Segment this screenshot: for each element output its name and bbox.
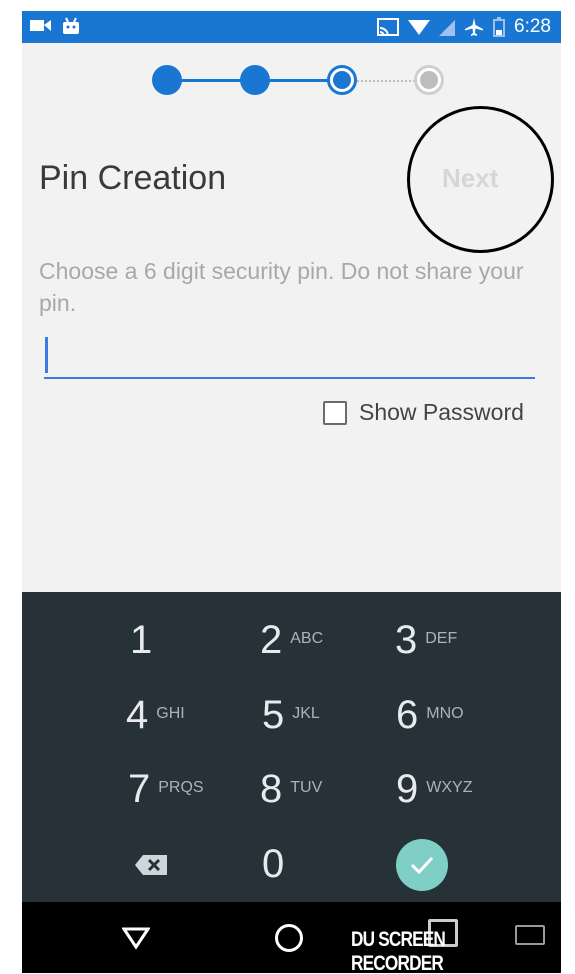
highlight-circle-annotation [407, 106, 554, 253]
back-triangle-icon[interactable] [122, 926, 150, 950]
key-8[interactable]: 8 TUV [260, 767, 322, 812]
video-camera-icon [30, 20, 51, 31]
battery-icon [493, 17, 506, 37]
step-1-done [152, 65, 182, 95]
pin-instructions: Choose a 6 digit security pin. Do not sh… [39, 258, 524, 316]
stepper-line [180, 79, 242, 82]
numeric-keypad: 1 2 ABC 3 DEF 4 GHI 5 JKL 6 MNO 7 PRQS 8 TUV 9W… [22, 592, 561, 902]
show-password-label: Show Password [359, 399, 524, 425]
no-sim-icon [439, 20, 456, 36]
key-5[interactable]: 5 JKL [262, 693, 320, 738]
stepper-line [267, 79, 329, 82]
step-3-active [327, 65, 357, 95]
page-title: Pin Creation [39, 159, 227, 197]
show-password-toggle[interactable]: Show Password [323, 399, 524, 426]
show-password-checkbox[interactable] [323, 400, 347, 425]
done-button[interactable] [396, 839, 448, 891]
screen-recorder-watermark: DU SCREEN RECORDER [351, 928, 446, 973]
android-icon [63, 17, 79, 34]
key-3[interactable]: 3 DEF [395, 618, 457, 663]
key-2[interactable]: 2 ABC [260, 618, 323, 663]
airplane-icon [465, 18, 484, 36]
text-cursor [45, 337, 48, 373]
step-4-pending [414, 65, 444, 95]
pin-input[interactable] [44, 331, 535, 379]
navigation-bar: DU SCREEN RECORDER [22, 902, 561, 973]
status-bar: 6:28 [22, 11, 561, 43]
home-circle-icon[interactable] [275, 924, 303, 952]
key-0[interactable]: 0 [262, 842, 284, 887]
key-9[interactable]: 9 WXYZ [396, 767, 472, 812]
step-2-done [240, 65, 270, 95]
key-1[interactable]: 1 [130, 618, 152, 663]
key-6[interactable]: 6 MNO [396, 693, 464, 738]
cast-icon [377, 18, 400, 36]
progress-stepper [152, 62, 452, 98]
status-time: 6:28 [514, 16, 551, 37]
backspace-icon[interactable] [134, 854, 168, 876]
phone-screen: 6:28 Pin Creation Next Choose a 6 digit … [22, 11, 561, 973]
stepper-line-pending [357, 80, 419, 82]
checkmark-icon [410, 856, 434, 875]
wifi-icon [408, 20, 431, 35]
key-7[interactable]: 7 PRQS [128, 767, 204, 812]
key-4[interactable]: 4 GHI [126, 693, 185, 738]
